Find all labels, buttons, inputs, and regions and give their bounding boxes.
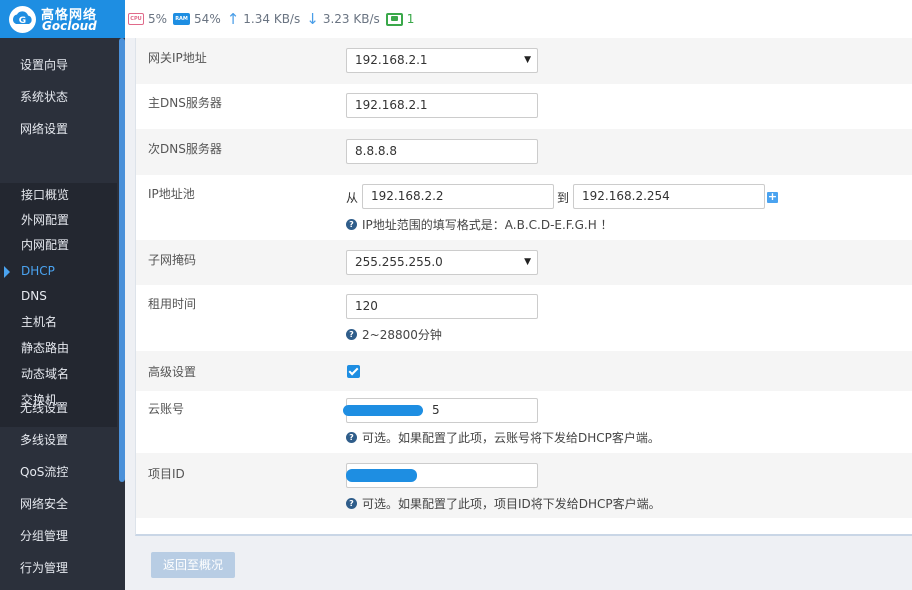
lease-hint-text: 2~28800分钟 [362,328,442,342]
question-icon: ? [346,329,357,340]
cpu-value: 5% [148,12,168,26]
cloud-logo-icon: G [9,6,36,33]
sidebar-item-qos[interactable]: QoS流控 [0,456,117,488]
lease-label: 租用时间 [148,297,197,311]
project-id-row: 项目ID ? 可选。如果配置了此项，项目ID将下发给DHCP客户端。 [136,453,912,518]
ip-pool-hint: ? IP地址范围的填写格式是：A.B.C.D-E.F.G.H ！ [346,216,613,233]
sub-item-wan[interactable]: 外网配置 [0,208,117,233]
question-icon: ? [346,219,357,230]
ram-icon: RAM [173,13,191,25]
project-id-hint: ? 可选。如果配置了此项，项目ID将下发给DHCP客户端。 [346,495,661,512]
sidebar-item-network-settings[interactable]: 网络设置 [0,113,117,145]
sidebar-item-security[interactable]: 网络安全 [0,488,117,520]
main-content: 网关IP地址 192.168.2.1 主DNS服务器 192.168.2.1 次… [125,38,912,590]
back-to-overview-button[interactable]: 返回至概况 [151,552,235,578]
sidebar-item-groups[interactable]: 分组管理 [0,520,117,552]
ip-pool-to-label: 到 [557,191,570,205]
add-pool-plus-icon[interactable]: + [767,191,778,203]
ip-pool-row: IP地址池 从 192.168.2.2 到 192.168.2.254 + ? … [136,175,912,240]
sidebar-item-setup-wizard[interactable]: 设置向导 [0,49,117,81]
network-submenu: 接口概览 外网配置 内网配置 DHCP DNS 主机名 静态路由 动态域名 交换… [0,183,117,427]
ip-pool-label: IP地址池 [148,187,195,201]
advanced-label: 高级设置 [148,365,197,379]
lease-hint: ? 2~28800分钟 [346,326,442,343]
cloud-account-hint: ? 可选。如果配置了此项，云账号将下发给DHCP客户端。 [346,429,660,446]
ip-pool-from-label: 从 [346,191,359,205]
netmask-label: 子网掩码 [148,253,197,267]
sidebar-item-multiline[interactable]: 多线设置 [0,424,117,456]
sub-item-lan[interactable]: 内网配置 [0,233,117,258]
netmask-row: 子网掩码 255.255.255.0 [136,240,912,285]
redaction-mark [346,469,417,482]
sub-item-dhcp[interactable]: DHCP [0,259,117,284]
cpu-icon: CPU [128,13,144,25]
dns1-row: 主DNS服务器 192.168.2.1 [136,84,912,129]
download-arrow-icon: ↓ [306,10,319,28]
lease-input[interactable]: 120 [346,294,538,319]
question-icon: ? [346,432,357,443]
netmask-select[interactable]: 255.255.255.0 [346,250,538,275]
download-stat: ↓ 3.23 KB/s [306,10,380,28]
sidebar-item-behavior[interactable]: 行为管理 [0,552,117,584]
project-id-label: 项目ID [148,467,185,481]
sub-item-dns[interactable]: DNS [0,284,117,309]
cpu-stat: CPU 5% [128,12,167,26]
brand-name-en: Gocloud [42,19,97,33]
brand-logo[interactable]: G 高恪网络 Gocloud [0,0,125,38]
active-indicator-icon [4,266,10,278]
svg-text:G: G [19,16,26,26]
cloud-account-label: 云账号 [148,402,185,416]
dns1-input[interactable]: 192.168.2.1 [346,93,538,118]
upload-stat: ↑ 1.34 KB/s [226,10,301,28]
top-bar: G 高恪网络 Gocloud CPU 5% RAM 54% ↑ 1.34 KB/… [0,0,912,38]
lease-row: 租用时间 120 ? 2~28800分钟 [136,285,912,351]
sidebar: 设置向导 系统状态 网络设置 接口概览 外网配置 内网配置 DHCP DNS 主… [0,38,125,590]
sidebar-item-wireless[interactable]: 无线设置 [0,392,117,424]
sub-item-dhcp-label: DHCP [21,264,55,278]
status-bar: CPU 5% RAM 54% ↑ 1.34 KB/s ↓ 3.23 KB/s 1 [128,0,420,38]
dns2-row: 次DNS服务器 8.8.8.8 [136,129,912,175]
sub-item-interfaces[interactable]: 接口概览 [0,183,117,208]
gateway-label: 网关IP地址 [148,51,207,65]
gateway-row: 网关IP地址 192.168.2.1 [136,38,912,84]
cloud-account-hint-text: 可选。如果配置了此项，云账号将下发给DHCP客户端。 [362,431,660,445]
cloud-account-row: 云账号 5 ? 可选。如果配置了此项，云账号将下发给DHCP客户端。 [136,391,912,453]
dhcp-form-panel: 网关IP地址 192.168.2.1 主DNS服务器 192.168.2.1 次… [135,38,912,536]
dns1-label: 主DNS服务器 [148,96,222,110]
project-id-hint-text: 可选。如果配置了此项，项目ID将下发给DHCP客户端。 [362,497,661,511]
ram-stat: RAM 54% [173,12,221,26]
ip-pool-end-input[interactable]: 192.168.2.254 [573,184,765,209]
sub-item-ddns[interactable]: 动态域名 [0,362,117,387]
monitor-user-icon [385,12,403,26]
ip-pool-start-input[interactable]: 192.168.2.2 [362,184,554,209]
gateway-select[interactable]: 192.168.2.1 [346,48,538,73]
online-users-stat[interactable]: 1 [385,12,415,26]
sub-item-hostname[interactable]: 主机名 [0,310,117,335]
upload-arrow-icon: ↑ [226,10,240,28]
question-icon: ? [346,498,357,509]
ip-pool-hint-text: IP地址范围的填写格式是：A.B.C.D-E.F.G.H ！ [362,218,613,232]
dns2-input[interactable]: 8.8.8.8 [346,139,538,164]
ram-value: 54% [194,12,221,26]
online-users-count: 1 [406,12,415,26]
sub-item-static-route[interactable]: 静态路由 [0,336,117,361]
redaction-mark [343,405,423,416]
sidebar-item-system-status[interactable]: 系统状态 [0,81,117,113]
advanced-row: 高级设置 [136,351,912,391]
upload-value: 1.34 KB/s [243,12,301,26]
advanced-checkbox[interactable] [347,365,360,378]
download-value: 3.23 KB/s [322,12,380,26]
dns2-label: 次DNS服务器 [148,142,222,156]
